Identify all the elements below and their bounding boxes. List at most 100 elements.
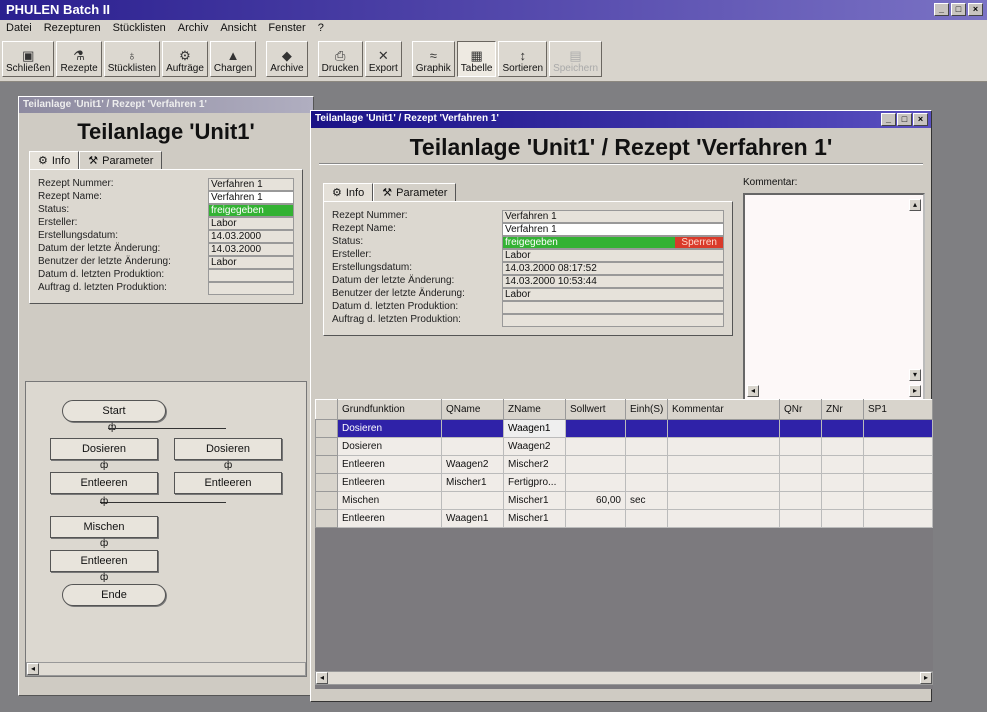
table-row[interactable]: Dosieren Waagen1 bbox=[315, 419, 933, 438]
table-icon: ▦ bbox=[470, 48, 483, 63]
toolbar: ▣ Schließen ⚗ Rezepte ♁ Stücklisten ⚙ Aufträ… bbox=[0, 38, 987, 82]
flow-entleeren-3[interactable]: Entleeren bbox=[50, 550, 158, 572]
scroll-right-icon[interactable]: ▸ bbox=[909, 385, 921, 397]
status-value: freigegeben bbox=[208, 204, 294, 217]
front-window[interactable]: Teilanlage 'Unit1' / Rezept 'Verfahren 1… bbox=[310, 110, 933, 702]
rezept-nummer-value: Verfahren 1 bbox=[502, 210, 724, 223]
produktion-auftrag-value bbox=[502, 314, 724, 327]
flow-arrow-icon: ф bbox=[100, 460, 109, 471]
recipe-grid: Grundfunktion QName ZName Sollwert Einh(… bbox=[315, 399, 933, 689]
scroll-up-icon[interactable]: ▴ bbox=[909, 199, 921, 211]
flow-entleeren-2[interactable]: Entleeren bbox=[174, 472, 282, 494]
grid-horizontal-scrollbar[interactable]: ◂ ▸ bbox=[315, 671, 933, 685]
aenderung-datum-value: 14.03.2000 10:53:44 bbox=[502, 275, 724, 288]
col-kommentar[interactable]: Kommentar bbox=[667, 399, 780, 420]
menu-stuecklisten[interactable]: Stücklisten bbox=[113, 22, 166, 36]
printer-icon: ⎙ bbox=[335, 48, 346, 63]
sort-button[interactable]: ↕ Sortieren bbox=[498, 41, 548, 77]
ersteller-value: Labor bbox=[502, 249, 724, 262]
parts-list-button[interactable]: ♁ Stücklisten bbox=[103, 41, 161, 77]
sort-icon: ↕ bbox=[519, 48, 527, 63]
flow-diagram: Start ф Dosieren Dosieren ф ф Entleeren … bbox=[25, 381, 307, 677]
minimize-icon[interactable]: _ bbox=[934, 3, 949, 16]
back-window-heading: Teilanlage 'Unit1' bbox=[77, 119, 255, 144]
col-znr[interactable]: ZNr bbox=[821, 399, 864, 420]
back-tab-parameter[interactable]: ⚒ Parameter bbox=[79, 151, 163, 169]
table-row[interactable]: Entleeren Waagen1 Mischer1 bbox=[315, 509, 933, 528]
menu-datei[interactable]: Datei bbox=[6, 22, 32, 36]
flow-arrow-icon: ф bbox=[224, 460, 233, 471]
lock-button[interactable]: Sperren bbox=[675, 237, 723, 248]
col-zname[interactable]: ZName bbox=[503, 399, 566, 420]
flow-entleeren-1[interactable]: Entleeren bbox=[50, 472, 158, 494]
flow-start[interactable]: Start bbox=[62, 400, 166, 422]
produktion-datum-value bbox=[502, 301, 724, 314]
app-title: PHULEN Batch II bbox=[6, 2, 111, 17]
save-button[interactable]: ▤ Speichern bbox=[549, 41, 603, 77]
table-row[interactable]: Mischen Mischer1 60,00 sec bbox=[315, 491, 933, 510]
flow-horizontal-scrollbar[interactable]: ◂ bbox=[26, 662, 306, 676]
scroll-left-icon[interactable]: ◂ bbox=[27, 663, 39, 675]
col-einheit[interactable]: Einh(S) bbox=[625, 399, 668, 420]
table-row[interactable]: Dosieren Waagen2 bbox=[315, 437, 933, 456]
export-button[interactable]: ✕ Export bbox=[364, 41, 402, 77]
recipes-button[interactable]: ⚗ Rezepte bbox=[56, 41, 102, 77]
front-close-icon[interactable]: × bbox=[913, 113, 928, 126]
scroll-left-icon[interactable]: ◂ bbox=[747, 385, 759, 397]
menu-archiv[interactable]: Archiv bbox=[178, 22, 209, 36]
menu-help[interactable]: ? bbox=[318, 22, 324, 36]
scroll-left-icon[interactable]: ◂ bbox=[316, 672, 328, 684]
flow-end[interactable]: Ende bbox=[62, 584, 166, 606]
table-button[interactable]: ▦ Tabelle bbox=[456, 41, 497, 77]
col-sp1[interactable]: SP1 bbox=[863, 399, 933, 420]
front-tab-info[interactable]: ⚙ Info bbox=[323, 183, 374, 201]
rezept-nummer-value: Verfahren 1 bbox=[208, 178, 294, 191]
menu-ansicht[interactable]: Ansicht bbox=[220, 22, 256, 36]
archive-button[interactable]: ◆ Archive bbox=[266, 41, 308, 77]
ersteller-value: Labor bbox=[208, 217, 294, 230]
orders-button[interactable]: ⚙ Aufträge bbox=[162, 41, 208, 77]
scroll-right-icon[interactable]: ▸ bbox=[920, 672, 932, 684]
maximize-icon[interactable]: □ bbox=[951, 3, 966, 16]
table-row[interactable]: Entleeren Waagen2 Mischer2 bbox=[315, 455, 933, 474]
flow-mischen[interactable]: Mischen bbox=[50, 516, 158, 538]
parameter-icon: ⚒ bbox=[88, 155, 99, 167]
flow-arrow-icon: ф bbox=[100, 572, 109, 583]
info-icon: ⚙ bbox=[38, 155, 48, 167]
front-tab-parameter[interactable]: ⚒ Parameter bbox=[373, 183, 457, 201]
parameter-icon: ⚒ bbox=[382, 187, 393, 199]
orders-icon: ⚙ bbox=[179, 48, 191, 63]
flow-dosieren-2[interactable]: Dosieren bbox=[174, 438, 282, 460]
close-icon[interactable]: × bbox=[968, 3, 983, 16]
menu-rezepturen[interactable]: Rezepturen bbox=[44, 22, 101, 36]
scroll-down-icon[interactable]: ▾ bbox=[909, 369, 921, 381]
aenderung-datum-value: 14.03.2000 10:53:44 bbox=[208, 243, 294, 266]
back-window[interactable]: Teilanlage 'Unit1' / Rezept 'Verfahren 1… bbox=[18, 96, 314, 696]
col-sollwert[interactable]: Sollwert bbox=[565, 399, 626, 420]
comment-label: Kommentar: bbox=[743, 177, 798, 188]
col-qname[interactable]: QName bbox=[441, 399, 504, 420]
back-tab-info[interactable]: ⚙ Info bbox=[29, 151, 80, 169]
erstellungsdatum-value: 14.03.2000 08:17:52 bbox=[502, 262, 724, 275]
col-qnr[interactable]: QNr bbox=[779, 399, 822, 420]
col-grundfunktion[interactable]: Grundfunktion bbox=[337, 399, 442, 420]
rezept-name-field[interactable]: Verfahren 1 bbox=[502, 223, 724, 236]
parts-list-icon: ♁ bbox=[127, 48, 137, 63]
app-title-bar: PHULEN Batch II _ □ × bbox=[0, 0, 987, 20]
produktion-auftrag-value bbox=[208, 282, 294, 295]
graph-icon: ≈ bbox=[429, 48, 437, 63]
rezept-name-field[interactable]: Verfahren 1 bbox=[208, 191, 294, 204]
graph-button[interactable]: ≈ Graphik bbox=[411, 41, 455, 77]
table-row[interactable]: Entleeren Mischer1 Fertigpro... bbox=[315, 473, 933, 492]
print-button[interactable]: ⎙ Drucken bbox=[317, 41, 363, 77]
aenderung-benutzer-value: Labor bbox=[208, 256, 294, 269]
back-window-title: Teilanlage 'Unit1' / Rezept 'Verfahren 1… bbox=[19, 97, 313, 113]
menu-fenster[interactable]: Fenster bbox=[268, 22, 305, 36]
info-icon: ⚙ bbox=[332, 187, 342, 199]
comment-textarea[interactable]: ▴ ▾ ◂ ▸ bbox=[743, 193, 925, 401]
front-minimize-icon[interactable]: _ bbox=[881, 113, 896, 126]
close-button[interactable]: ▣ Schließen bbox=[2, 41, 55, 77]
batches-button[interactable]: ▲ Chargen bbox=[209, 41, 257, 77]
front-maximize-icon[interactable]: □ bbox=[897, 113, 912, 126]
flow-dosieren-1[interactable]: Dosieren bbox=[50, 438, 158, 460]
